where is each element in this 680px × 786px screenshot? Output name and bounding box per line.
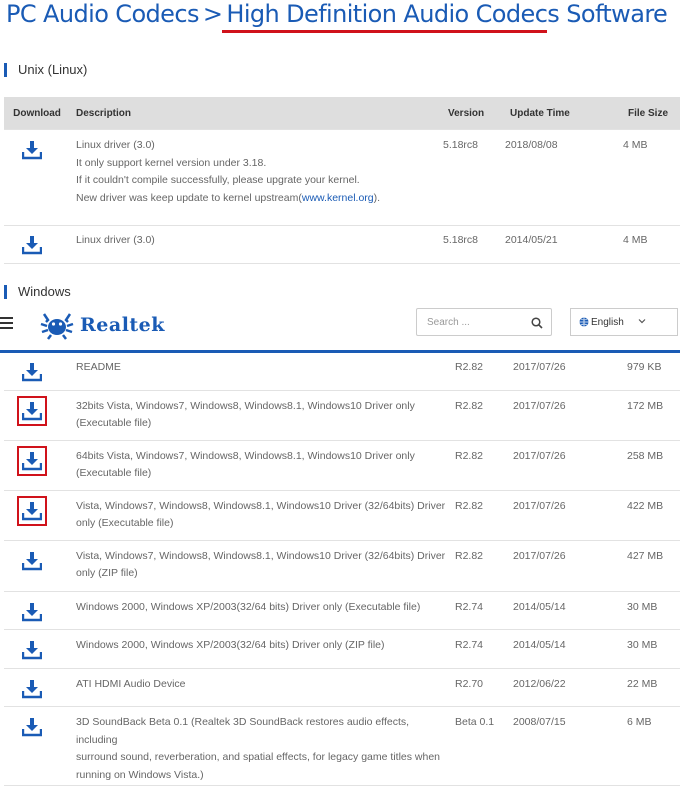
col-update-time: Update Time [504,97,622,130]
row-version: 5.18rc8 [442,129,504,226]
row-version: R2.82 [454,440,512,491]
row-version: R2.82 [454,390,512,441]
row-version: 5.18rc8 [442,225,504,264]
table-header-row: Download Description Version Update Time… [4,97,680,130]
breadcrumb-category[interactable]: PC Audio Codecs [6,0,199,28]
table-row: Windows 2000, Windows XP/2003(32/64 bits… [4,629,680,669]
download-icon[interactable] [22,551,42,571]
table-row: Linux driver (3.0) 5.18rc8 2014/05/21 4 … [4,225,680,264]
row-description: Windows 2000, Windows XP/2003(32/64 bits… [70,591,454,630]
breadcrumb-page: High Definition Audio Codecs Software [226,0,668,28]
search-icon[interactable] [531,316,543,334]
row-version: R2.82 [454,540,512,592]
row-description: ATI HDMI Audio Device [70,668,454,707]
table-row: README R2.82 2017/07/26 979 KB [4,352,680,391]
row-size: 30 MB [626,629,680,669]
row-size: 172 MB [626,390,680,441]
download-icon[interactable] [22,602,42,622]
kernel-org-link[interactable]: www.kernel.org [302,192,374,204]
col-version: Version [442,97,504,130]
download-icon[interactable] [22,362,42,382]
row-size: 4 MB [622,129,680,226]
row-size: 30 MB [626,591,680,630]
page-title: PC Audio Codecs > High Definition Audio Co… [6,0,668,28]
row-date: 2017/07/26 [512,352,626,391]
row-description: Vista, Windows7, Windows8, Windows8.1, W… [70,490,454,541]
unix-download-table: Download Description Version Update Time… [4,97,680,264]
table-row: 3D SoundBack Beta 0.1 (Realtek 3D SoundB… [4,706,680,786]
download-icon[interactable] [22,640,42,660]
row-version: R2.82 [454,352,512,391]
download-icon[interactable] [17,395,47,426]
chevron-down-icon [638,317,646,328]
table-row: 32bits Vista, Windows7, Windows8, Window… [4,390,680,441]
realtek-crab-logo[interactable] [40,310,74,345]
search-input[interactable] [425,316,529,329]
row-date: 2014/05/14 [512,629,626,669]
search-box [416,308,552,336]
title-underline [222,30,547,33]
download-icon[interactable] [22,140,42,160]
row-version: R2.70 [454,668,512,707]
realtek-wordmark[interactable]: Realtek [80,314,165,336]
download-icon[interactable] [22,679,42,699]
download-icon[interactable] [17,445,47,476]
row-size: 4 MB [622,225,680,264]
row-size: 422 MB [626,490,680,541]
section-heading-unix: Unix (Linux) [4,63,87,77]
table-row: Vista, Windows7, Windows8, Windows8.1, W… [4,490,680,541]
row-version: R2.74 [454,591,512,630]
row-size: 979 KB [626,352,680,391]
language-label: English [591,317,624,328]
row-description: Linux driver (3.0) [70,225,442,264]
row-version: R2.74 [454,629,512,669]
globe-icon [579,317,589,330]
row-date: 2012/06/22 [512,668,626,707]
row-date: 2018/08/08 [504,129,622,226]
download-icon[interactable] [17,495,47,526]
col-description: Description [70,97,442,130]
row-date: 2008/07/15 [512,706,626,786]
breadcrumb-separator: > [202,0,223,28]
row-description: 64bits Vista, Windows7, Windows8, Window… [70,440,454,491]
row-size: 22 MB [626,668,680,707]
row-description: 3D SoundBack Beta 0.1 (Realtek 3D SoundB… [70,706,454,786]
download-icon[interactable] [22,717,42,737]
row-date: 2017/07/26 [512,490,626,541]
row-date: 2017/07/26 [512,440,626,491]
row-date: 2014/05/14 [512,591,626,630]
hamburger-menu-icon[interactable] [0,317,13,332]
row-size: 6 MB [626,706,680,786]
row-description: Vista, Windows7, Windows8, Windows8.1, W… [70,540,454,592]
section-heading-windows: Windows [4,285,71,299]
row-description: Windows 2000, Windows XP/2003(32/64 bits… [70,629,454,669]
row-version: R2.82 [454,490,512,541]
row-description: 32bits Vista, Windows7, Windows8, Window… [70,390,454,441]
row-version: Beta 0.1 [454,706,512,786]
row-size: 258 MB [626,440,680,491]
table-row: Linux driver (3.0) It only support kerne… [4,129,680,226]
table-row: ATI HDMI Audio Device R2.70 2012/06/22 22 M… [4,668,680,707]
site-header: Realtek English [0,305,680,353]
col-download: Download [4,97,70,130]
row-date: 2017/07/26 [512,390,626,441]
row-description: README [70,352,454,391]
language-select[interactable]: English [570,308,678,336]
table-row: Windows 2000, Windows XP/2003(32/64 bits… [4,591,680,630]
row-date: 2017/07/26 [512,540,626,592]
download-icon[interactable] [22,235,42,255]
row-date: 2014/05/21 [504,225,622,264]
col-file-size: File Size [622,97,680,130]
table-row: Vista, Windows7, Windows8, Windows8.1, W… [4,540,680,592]
table-row: 64bits Vista, Windows7, Windows8, Window… [4,440,680,491]
row-size: 427 MB [626,540,680,592]
windows-download-table: README R2.82 2017/07/26 979 KB 32bits Vista,… [4,352,680,786]
row-description: Linux driver (3.0) It only support kerne… [70,129,442,226]
